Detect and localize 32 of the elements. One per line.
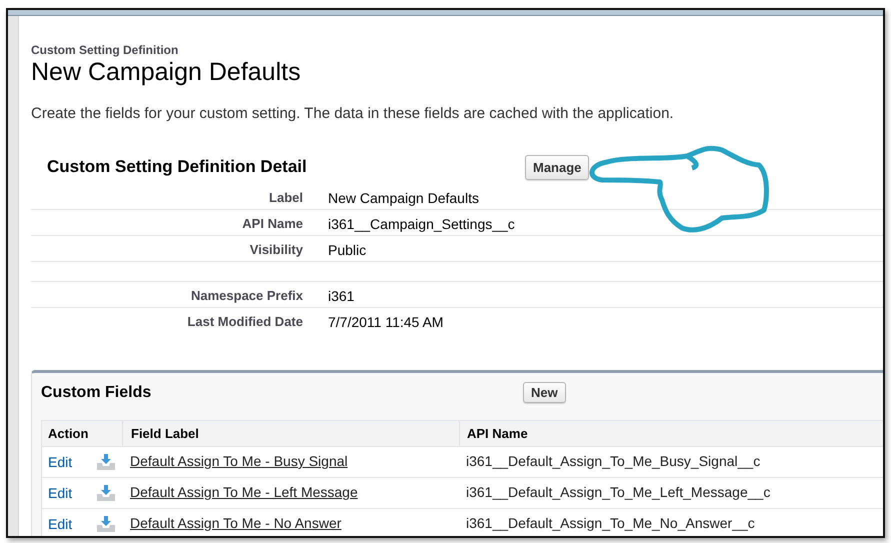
description-text: Create the fields for your custom setting. The data in these fields are cached with the application.: [31, 105, 675, 122]
manage-button[interactable]: Manage: [525, 154, 590, 180]
field-label: Visibility: [248, 242, 304, 257]
field-link[interactable]: Default Assign To Me - Busy Signal: [130, 453, 348, 469]
edit-link[interactable]: Edit: [48, 485, 72, 501]
breadcrumb: Custom Setting Definition: [31, 43, 180, 57]
field-value: Public: [328, 242, 366, 258]
api-name-cell: i361__Default_Assign_To_Me_No_Answer__c: [466, 515, 755, 531]
column-header: Field Label: [131, 426, 199, 441]
api-name-cell: i361__Default_Assign_To_Me_Busy_Signal__c: [466, 453, 760, 469]
field-label: Label: [268, 190, 304, 205]
edit-link[interactable]: Edit: [48, 516, 72, 532]
field-value: i361__Campaign_Settings__c: [328, 216, 515, 232]
field-value: 7/7/2011 11:45 AM: [328, 314, 444, 330]
field-link[interactable]: Default Assign To Me - No Answer: [130, 515, 342, 531]
field-value: New Campaign Defaults: [328, 190, 479, 206]
download-tray-icon[interactable]: [96, 515, 116, 533]
field-value: i361: [328, 288, 354, 304]
field-link[interactable]: Default Assign To Me - Left Message: [130, 484, 358, 500]
field-label: Namespace Prefix: [190, 288, 304, 303]
edit-link[interactable]: Edit: [48, 454, 72, 470]
new-button[interactable]: New: [523, 382, 566, 403]
download-tray-icon[interactable]: [96, 484, 116, 502]
section-heading: Custom Setting Definition Detail: [47, 157, 308, 177]
field-label: API Name: [241, 216, 304, 231]
api-name-cell: i361__Default_Assign_To_Me_Left_Message__c: [466, 484, 770, 500]
section-heading: Custom Fields: [41, 384, 152, 402]
page-title: New Campaign Defaults: [31, 57, 302, 87]
field-label: Last Modified Date: [186, 314, 304, 329]
column-header: Action: [48, 426, 88, 441]
download-tray-icon[interactable]: [96, 453, 116, 471]
column-header: API Name: [467, 426, 528, 441]
